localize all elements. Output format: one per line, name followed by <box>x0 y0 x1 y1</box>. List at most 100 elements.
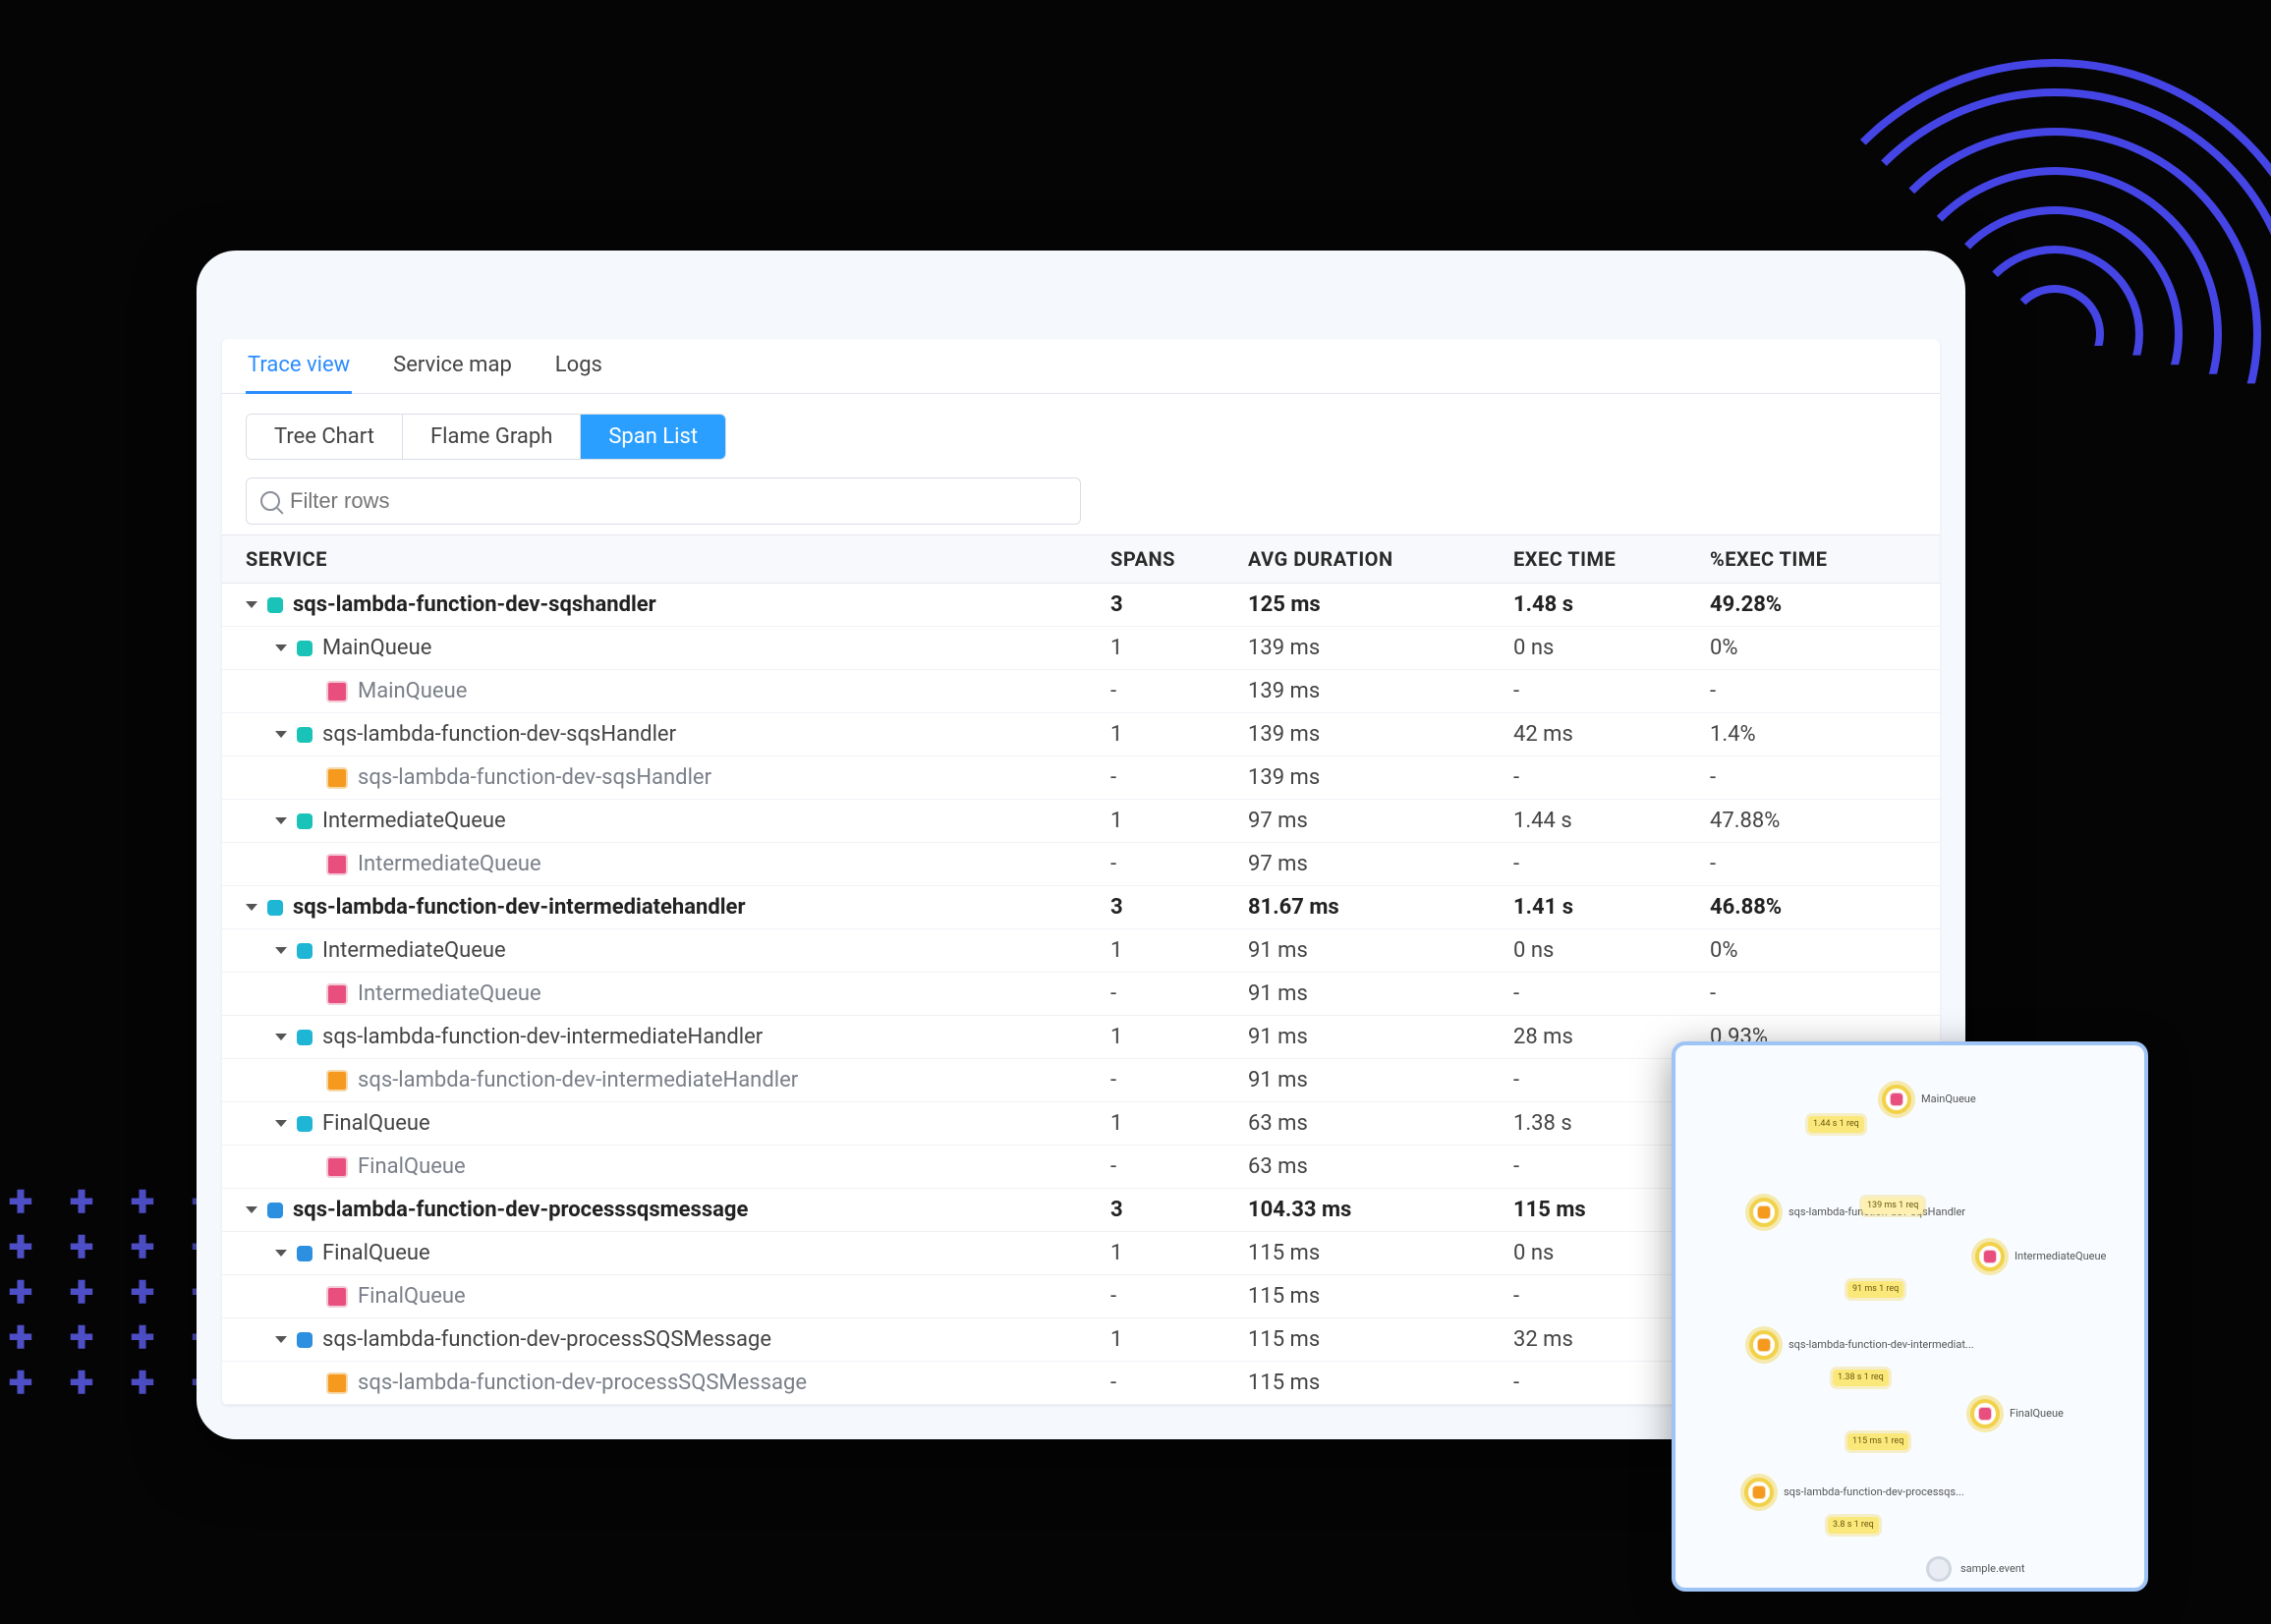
service-dot-icon <box>297 813 312 829</box>
mm-edge-chip: 139 ms 1 req <box>1862 1198 1923 1214</box>
filter-rows-input[interactable] <box>290 488 1066 514</box>
expand-chevron-icon[interactable] <box>246 601 257 608</box>
service-dot-icon <box>267 900 283 916</box>
table-row[interactable]: sqs-lambda-function-dev-sqshandler3125 m… <box>222 584 1940 627</box>
service-name: FinalQueue <box>358 1284 466 1309</box>
cell-avg: 139 ms <box>1248 679 1513 703</box>
cell-spans: 1 <box>1110 938 1248 963</box>
mm-edge-chip: 1.38 s 1 req <box>1833 1370 1889 1386</box>
service-name: FinalQueue <box>322 1111 430 1136</box>
table-row[interactable]: sqs-lambda-function-dev-sqsHandler-139 m… <box>222 756 1940 800</box>
cell-exec: 1.44 s <box>1513 809 1710 833</box>
col-exec[interactable]: EXEC TIME <box>1513 547 1710 571</box>
cell-exec: 1.48 s <box>1513 592 1710 617</box>
expand-chevron-icon[interactable] <box>275 644 287 651</box>
table-row[interactable]: IntermediateQueue197 ms1.44 s47.88% <box>222 800 1940 843</box>
service-dot-icon <box>267 597 283 613</box>
cell-spans: 3 <box>1110 592 1248 617</box>
service-cell: sqs-lambda-function-dev-processSQSMessag… <box>246 1371 1110 1395</box>
cell-exec: - <box>1513 765 1710 790</box>
service-cell: IntermediateQueue <box>246 852 1110 876</box>
table-row[interactable]: sqs-lambda-function-dev-sqsHandler1139 m… <box>222 713 1940 756</box>
cell-pct: - <box>1710 679 1926 703</box>
cell-avg: 91 ms <box>1248 1068 1513 1092</box>
cell-avg: 91 ms <box>1248 981 1513 1006</box>
cell-spans: 3 <box>1110 1198 1248 1222</box>
table-row[interactable]: IntermediateQueue-97 ms-- <box>222 843 1940 886</box>
cell-spans: 3 <box>1110 895 1248 920</box>
service-name: sqs-lambda-function-dev-sqshandler <box>293 592 656 617</box>
service-cell: sqs-lambda-function-dev-sqshandler <box>246 592 1110 617</box>
cell-spans: - <box>1110 852 1248 876</box>
cell-avg: 63 ms <box>1248 1154 1513 1179</box>
expand-chevron-icon[interactable] <box>275 1250 287 1257</box>
sqs-icon <box>326 1156 348 1178</box>
cell-spans: - <box>1110 1154 1248 1179</box>
service-name: sqs-lambda-function-dev-intermediateHand… <box>322 1025 763 1049</box>
cell-exec: - <box>1513 981 1710 1006</box>
expand-chevron-icon[interactable] <box>246 1206 257 1213</box>
sqs-icon <box>326 983 348 1005</box>
service-name: sqs-lambda-function-dev-processsqsmessag… <box>293 1198 748 1222</box>
lambda-icon <box>326 1070 348 1092</box>
service-name: IntermediateQueue <box>358 981 541 1006</box>
table-row[interactable]: sqs-lambda-function-dev-intermediatehand… <box>222 886 1940 929</box>
service-name: sqs-lambda-function-dev-sqsHandler <box>322 722 676 747</box>
cell-exec: 42 ms <box>1513 722 1710 747</box>
col-avg[interactable]: AVG DURATION <box>1248 547 1513 571</box>
cell-exec: 0 ns <box>1513 636 1710 660</box>
cell-spans: 1 <box>1110 1327 1248 1352</box>
mm-node-mainqueue <box>1882 1085 1911 1114</box>
cell-avg: 139 ms <box>1248 722 1513 747</box>
table-row[interactable]: MainQueue1139 ms0 ns0% <box>222 627 1940 670</box>
expand-chevron-icon[interactable] <box>275 1034 287 1040</box>
service-cell: IntermediateQueue <box>246 981 1110 1006</box>
expand-chevron-icon[interactable] <box>275 1120 287 1127</box>
cell-avg: 91 ms <box>1248 1025 1513 1049</box>
service-name: sqs-lambda-function-dev-intermediateHand… <box>358 1068 798 1092</box>
cell-exec: - <box>1513 852 1710 876</box>
col-pct[interactable]: %EXEC TIME <box>1710 547 1926 571</box>
cell-pct: 1.4% <box>1710 722 1926 747</box>
mm-node-processsqs <box>1744 1478 1774 1507</box>
subtab-flame-graph[interactable]: Flame Graph <box>403 415 581 459</box>
expand-chevron-icon[interactable] <box>275 1336 287 1343</box>
service-name: sqs-lambda-function-dev-sqsHandler <box>358 765 711 790</box>
expand-chevron-icon[interactable] <box>275 731 287 738</box>
tab-trace-view[interactable]: Trace view <box>246 339 352 394</box>
cell-avg: 81.67 ms <box>1248 895 1513 920</box>
cell-spans: - <box>1110 679 1248 703</box>
cell-pct: 46.88% <box>1710 895 1926 920</box>
col-spans[interactable]: SPANS <box>1110 547 1248 571</box>
expand-chevron-icon[interactable] <box>275 817 287 824</box>
mm-node-label: MainQueue <box>1921 1092 1976 1105</box>
mm-node-intermediatehandler <box>1749 1330 1779 1360</box>
service-dot-icon <box>297 1332 312 1348</box>
service-name: sqs-lambda-function-dev-processSQSMessag… <box>322 1327 771 1352</box>
service-map-thumbnail[interactable]: MainQueue 1.44 s 1 req sqs-lambda-functi… <box>1672 1041 2148 1592</box>
mm-node-sqshandler <box>1749 1198 1779 1227</box>
subtab-tree-chart[interactable]: Tree Chart <box>247 415 403 459</box>
expand-chevron-icon[interactable] <box>246 904 257 911</box>
cell-pct: - <box>1710 852 1926 876</box>
cell-spans: - <box>1110 1068 1248 1092</box>
tab-logs[interactable]: Logs <box>553 339 604 393</box>
subtab-span-list[interactable]: Span List <box>581 415 725 459</box>
main-tabs: Trace view Service map Logs <box>222 339 1940 394</box>
cell-avg: 91 ms <box>1248 938 1513 963</box>
service-dot-icon <box>267 1203 283 1218</box>
table-row[interactable]: IntermediateQueue191 ms0 ns0% <box>222 929 1940 973</box>
cell-exec: - <box>1513 679 1710 703</box>
col-service[interactable]: SERVICE <box>246 547 1110 571</box>
cell-exec: 0 ns <box>1513 938 1710 963</box>
service-cell: FinalQueue <box>246 1111 1110 1136</box>
tab-service-map[interactable]: Service map <box>391 339 514 393</box>
cell-spans: - <box>1110 1371 1248 1395</box>
service-cell: sqs-lambda-function-dev-intermediateHand… <box>246 1068 1110 1092</box>
table-row[interactable]: IntermediateQueue-91 ms-- <box>222 973 1940 1016</box>
service-name: FinalQueue <box>322 1241 430 1265</box>
cell-pct: 47.88% <box>1710 809 1926 833</box>
expand-chevron-icon[interactable] <box>275 947 287 954</box>
service-name: IntermediateQueue <box>358 852 541 876</box>
table-row[interactable]: MainQueue-139 ms-- <box>222 670 1940 713</box>
